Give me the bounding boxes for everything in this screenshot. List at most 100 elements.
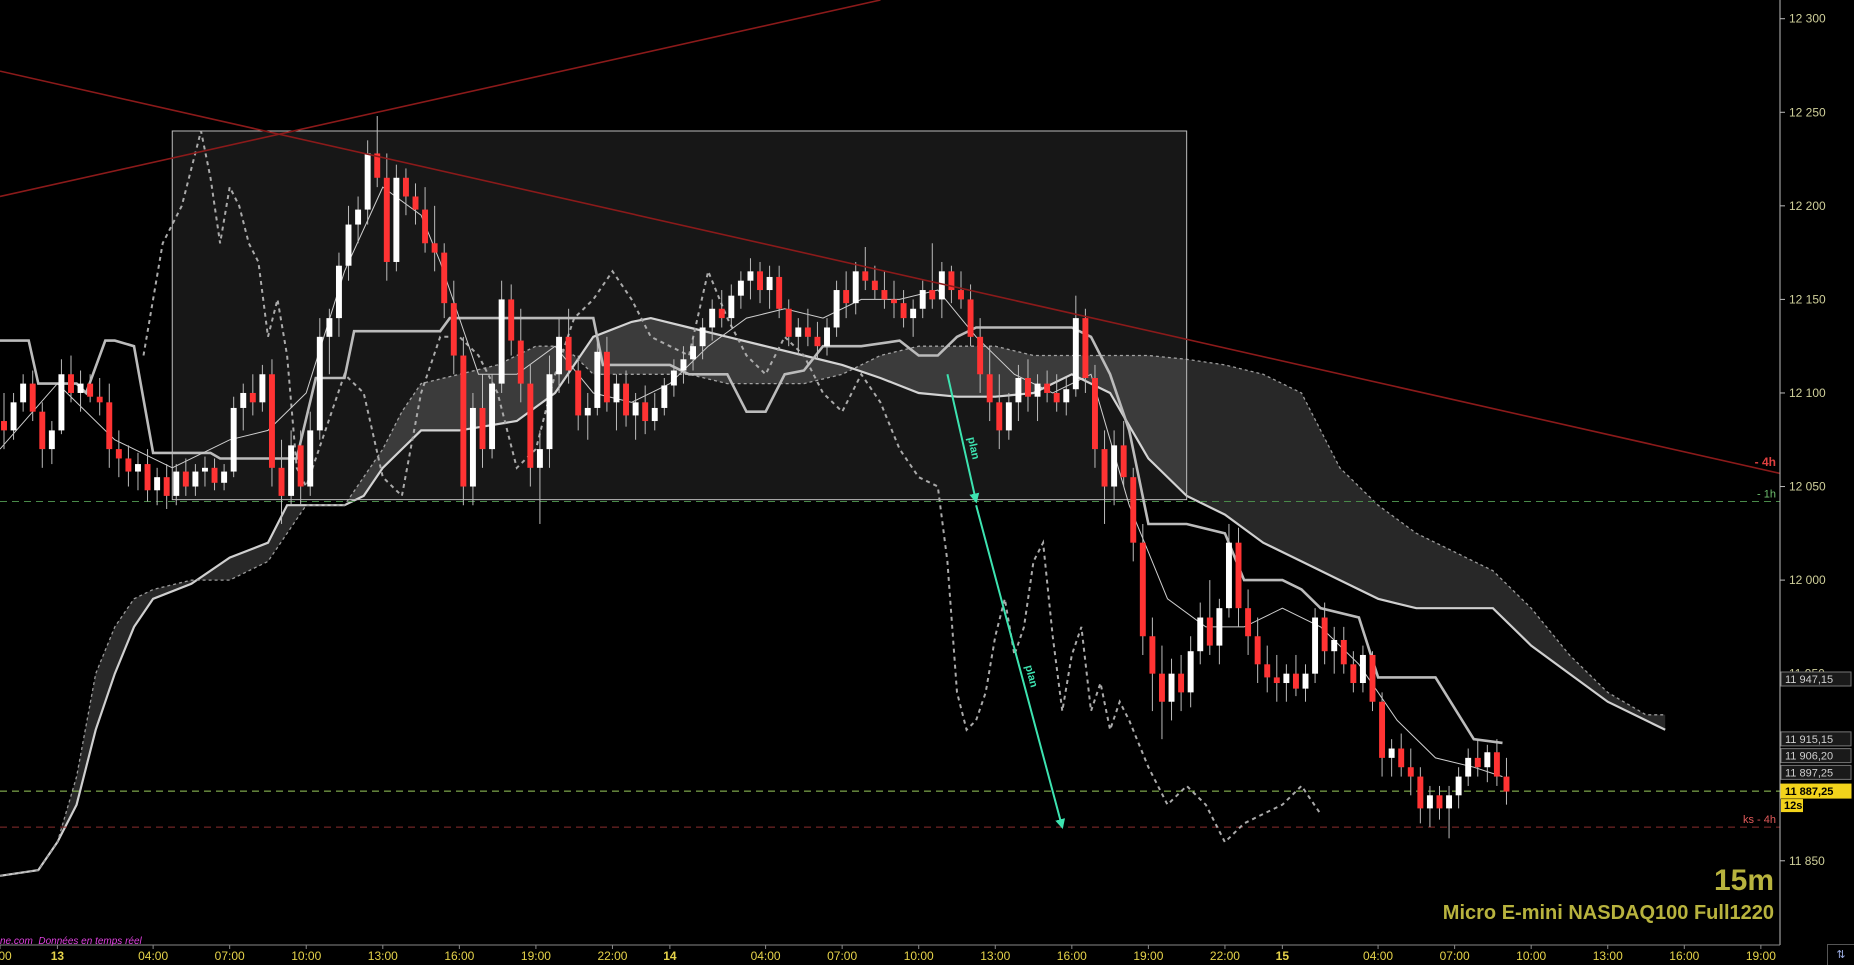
candle-bear [39,411,46,450]
candle-bull [690,346,696,360]
time-label: 07:00 [1440,949,1470,963]
candle-bear [441,252,448,304]
time-label: 04:00 [751,949,781,963]
candle-bull [135,464,141,472]
price-tag-label: 11 906,20 [1785,751,1833,763]
candle-bear [642,402,649,422]
candle-bear [1158,673,1165,702]
time-label: 04:00 [138,949,168,963]
candle-bull [192,471,199,487]
candle-bull [355,209,362,225]
candle-bear [623,383,630,416]
candle-bear [977,336,984,375]
candle-bull [1197,617,1204,652]
candle-bear [1053,392,1060,403]
time-axis[interactable]: 2:00 13 04:00 07:00 10:00 13:00 16:00 19:00 22:0… [0,944,1854,965]
candle-bear [1474,757,1481,768]
price-tick-label: 12 300 [1789,12,1826,26]
candle-bear [1149,636,1156,674]
candle-bear [96,396,103,403]
candle-bear [422,209,429,244]
candle-bear [479,407,486,450]
price-axis[interactable]: 12 300 12 250 12 200 12 150 12 100 12 050 12 0… [1779,0,1826,965]
candle-bull [173,471,180,496]
candle-bull [1216,608,1223,646]
candle-bull [498,299,505,384]
candle-bear [517,340,524,384]
time-label: 16:00 [1057,949,1087,963]
candle-bull [1302,673,1309,689]
candle-bull [556,336,563,375]
candle-bull [48,430,55,450]
trend-4h-label: - 4h [1755,455,1776,469]
candle-bull [307,430,314,487]
candle-bear [1273,677,1280,684]
candle-bull [364,153,371,210]
candle-bear [1417,776,1424,809]
candle-bear [163,477,170,496]
candle-bear [106,402,113,450]
axis-corner-icon[interactable]: ⇅ [1827,944,1854,965]
time-label: 13:00 [368,949,398,963]
time-label: 13:00 [1593,949,1623,963]
price-tags: 11 947,15 11 915,15 11 906,20 11 897,25 11 8… [1780,671,1852,813]
candle-bear [1264,664,1271,678]
candle-bear [718,308,725,319]
time-label: 16:00 [1669,949,1699,963]
candle-bear [1139,542,1146,637]
candle-bull [824,327,830,347]
candle-bear [1254,636,1261,665]
candle-bull [728,295,735,319]
candle-bear [1407,767,1414,777]
horizontal-lines: - 1h ks - 4h [0,489,1780,828]
time-label: 19:00 [1133,949,1163,963]
candle-bull [795,327,802,337]
candle-bear [182,471,189,487]
candle-bull [670,370,677,386]
candle-bull [1111,445,1118,487]
candle-bear [412,196,419,210]
date-label: 14 [663,949,677,963]
time-label: 22:00 [597,949,627,963]
candle-bull [1331,639,1338,652]
candle-bull [1168,673,1175,702]
candle-bear [929,290,936,300]
candle-bear [1292,673,1299,689]
range-box [171,130,1188,501]
candle-bear [871,280,878,291]
candle-bull [1359,654,1366,684]
candle-bull [154,477,161,491]
plan-arrow-2 [975,504,1066,830]
candle-bear [527,383,534,468]
candle-bull [240,392,247,408]
timer-tag-label: 12s [1784,800,1802,812]
date-label: 15 [1276,949,1290,963]
candle-bear [1092,378,1098,450]
date-label: 13 [51,949,65,963]
candle-bear [967,299,974,337]
candle-bull [1484,752,1491,768]
candle-bear [297,445,304,487]
candle-bull [661,385,668,408]
candle-bear [1321,617,1328,652]
candle-bear [211,467,218,483]
time-label: 2:00 [0,949,12,963]
price-chart[interactable]: - 1hks - 4h - 4h planplan 12 30012 25012… [0,0,1854,965]
price-tag-label: 11 897,25 [1785,767,1833,779]
candle-bull [1312,617,1319,674]
candle-bear [1369,654,1376,702]
candle-bull [316,336,323,431]
candle-bear [115,449,122,459]
candle-bear [1044,383,1051,393]
candle-bear [1340,639,1347,665]
candle-bear [862,271,869,281]
candle-bear [958,290,964,300]
candle-bear [881,290,888,300]
candle-bear [1379,701,1386,758]
candle-bull [1388,748,1395,758]
candle-bull [469,407,476,487]
candle-bear [1206,617,1213,646]
candle-bull [1455,776,1462,796]
candle-bull [1015,378,1022,403]
candle-bear [125,458,132,472]
